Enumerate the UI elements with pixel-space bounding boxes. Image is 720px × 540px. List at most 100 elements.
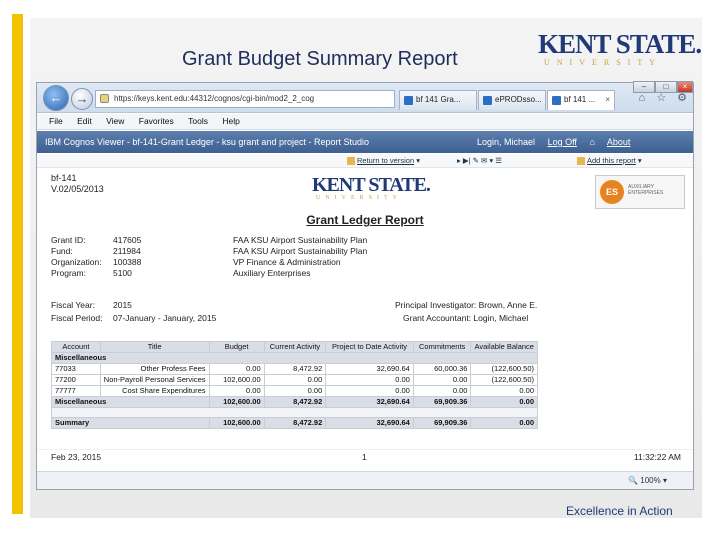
browser-status-bar: 🔍 100% ▾ xyxy=(37,471,693,489)
cell-commitments: 69,909.36 xyxy=(412,396,472,408)
browser-tab-1[interactable]: bf 141 Gra... xyxy=(399,90,477,110)
zoom-level: 100% xyxy=(640,476,661,485)
col-current: Current Activity xyxy=(263,341,327,353)
info-value: 100388 xyxy=(113,257,142,267)
user-name: Login, Michael xyxy=(477,137,536,147)
info-label: Organization: xyxy=(51,257,102,267)
url-input[interactable]: https://keys.kent.edu:44312/cognos/cgi-b… xyxy=(95,90,395,108)
group-total-label: Miscellaneous xyxy=(51,396,210,408)
ledger-table: Account Title Budget Current Activity Pr… xyxy=(51,341,538,429)
info-value: 5100 xyxy=(113,268,132,278)
report-footer: Feb 23, 2015 1 11:32:22 AM xyxy=(37,449,693,463)
footer-page-number: 1 xyxy=(362,452,367,462)
menu-help[interactable]: Help xyxy=(222,114,239,129)
footer-time: 11:32:22 AM xyxy=(633,452,681,462)
browser-tab-2[interactable]: ePRODsso... xyxy=(478,90,546,110)
cell-account: 77200 xyxy=(51,374,101,386)
pi-label: Principal Investigator: xyxy=(395,300,477,310)
pi-name: Brown, Anne E. xyxy=(478,300,538,310)
cell-current: 0.00 xyxy=(263,385,327,397)
info-label: Grant ID: xyxy=(51,235,86,245)
info-desc: FAA KSU Airport Sustainability Plan xyxy=(233,246,368,256)
return-to-version-button[interactable]: Return to version ▾ xyxy=(347,154,420,167)
fund-info-row: Fund: 211984 FAA KSU Airport Sustainabilit… xyxy=(51,246,367,257)
col-commitments: Commitments xyxy=(412,341,472,353)
cell-available: (122,600.50) xyxy=(470,374,538,386)
cell-current: 8,472.92 xyxy=(263,396,327,408)
kent-state-logo: KENT STATE. UNIVERSITY xyxy=(538,29,702,76)
cell-ptd: 32,690.64 xyxy=(325,417,414,429)
settings-gear-icon[interactable]: ⚙ xyxy=(677,92,687,104)
report-logo-wordmark: KENT STATE. xyxy=(312,174,431,196)
cell-commitments: 69,909.36 xyxy=(412,417,472,429)
menu-tools[interactable]: Tools xyxy=(188,114,208,129)
cell-commitments: 60,000.36 xyxy=(412,363,472,375)
cell-ptd: 32,690.64 xyxy=(325,396,414,408)
organization-info-row: Organization: 100388 VP Finance & Administ… xyxy=(51,257,341,268)
col-account: Account xyxy=(51,341,101,353)
fiscal-period: 07-January - January, 2015 xyxy=(113,313,217,323)
back-button[interactable]: ← xyxy=(43,85,69,111)
log-off-link[interactable]: Log Off xyxy=(548,137,577,147)
cell-current: 8,472.92 xyxy=(263,363,327,375)
spacer-row xyxy=(51,407,538,418)
menu-view[interactable]: View xyxy=(106,114,124,129)
forward-button[interactable]: → xyxy=(71,88,93,110)
table-header-row: Account Title Budget Current Activity Pr… xyxy=(51,341,538,353)
fiscal-period-block: Fiscal Year: 2015 Fiscal Period: 07-Januar… xyxy=(51,299,216,325)
info-desc: FAA KSU Airport Sustainability Plan xyxy=(233,235,368,245)
zoom-control[interactable]: 🔍 100% ▾ xyxy=(628,472,667,489)
cell-account: 77033 xyxy=(51,363,101,375)
cell-title: Non-Payroll Personal Services xyxy=(99,374,210,386)
cell-current: 8,472.92 xyxy=(263,417,327,429)
col-title: Title xyxy=(99,341,210,353)
info-desc: Auxiliary Enterprises xyxy=(233,268,311,278)
favorites-star-icon[interactable]: ☆ xyxy=(656,92,666,104)
fiscal-period-label: Fiscal Period: xyxy=(51,313,103,323)
info-value: 211984 xyxy=(113,246,141,256)
tab-favicon-icon xyxy=(552,96,561,105)
slide-accent-bar xyxy=(12,14,23,514)
info-label: Program: xyxy=(51,268,86,278)
cell-ptd: 0.00 xyxy=(325,385,414,397)
grant-info-row: Grant ID: 417605 FAA KSU Airport Sustainab… xyxy=(51,235,367,246)
tab-label: ePRODsso... xyxy=(495,95,542,104)
auxiliary-enterprises-logo: ES AUXILIARY ENTERPRISES xyxy=(595,175,685,209)
menu-file[interactable]: File xyxy=(49,114,63,129)
summary-row: Summary 102,600.00 8,472.92 32,690.64 69… xyxy=(51,417,538,429)
cell-title: Other Profess Fees xyxy=(99,363,210,375)
home-icon[interactable]: ⌂ xyxy=(638,92,645,104)
col-budget: Budget xyxy=(208,341,265,353)
logo-wordmark: KENT STATE. xyxy=(538,29,702,59)
folder-icon xyxy=(347,157,355,166)
cell-available: 0.00 xyxy=(470,396,538,408)
report-kent-state-logo: KENT STATE. UNIVERSITY xyxy=(312,175,432,201)
browser-tab-3[interactable]: bf 141 ... × xyxy=(547,90,615,110)
url-text: https://keys.kent.edu:44312/cognos/cgi-b… xyxy=(114,94,315,103)
add-this-report-button[interactable]: Add this report ▾ xyxy=(577,154,642,167)
back-arrow-icon: ← xyxy=(49,90,63,105)
address-bar-row: ← → https://keys.kent.edu:44312/cognos/c… xyxy=(37,81,693,113)
browser-window: ← → https://keys.kent.edu:44312/cognos/c… xyxy=(36,81,694,490)
report-title: Grant Ledger Report xyxy=(306,213,424,227)
about-link[interactable]: About xyxy=(607,137,631,147)
cell-commitments: 0.00 xyxy=(412,385,472,397)
cognos-header: IBM Cognos Viewer - bf-141-Grant Ledger … xyxy=(37,131,693,153)
report-action-icons[interactable]: ▸ ▶| ✎ ✉ ▾ ☰ xyxy=(457,154,502,167)
cell-ptd: 0.00 xyxy=(325,374,414,386)
cell-budget: 0.00 xyxy=(208,363,265,375)
add-report-icon xyxy=(577,157,585,166)
forward-arrow-icon: → xyxy=(75,91,89,106)
cognos-toolbar: Return to version ▾ ▸ ▶| ✎ ✉ ▾ ☰ Add thi… xyxy=(37,154,693,168)
table-row: 77777 Cost Share Expenditures 0.00 0.00 … xyxy=(51,385,538,397)
cognos-user-area: Login, Michael Log Off ⌂ About xyxy=(477,131,640,153)
cell-title: Cost Share Expenditures xyxy=(99,385,210,397)
tab-close-icon[interactable]: × xyxy=(605,91,610,109)
footer-date: Feb 23, 2015 xyxy=(51,452,102,462)
menu-favorites[interactable]: Favorites xyxy=(139,114,174,129)
tab-favicon-icon xyxy=(483,96,492,105)
slide-tagline: Excellence in Action xyxy=(566,504,673,518)
home-icon[interactable]: ⌂ xyxy=(589,137,594,147)
menu-edit[interactable]: Edit xyxy=(77,114,92,129)
logo-university: UNIVERSITY xyxy=(544,58,662,67)
